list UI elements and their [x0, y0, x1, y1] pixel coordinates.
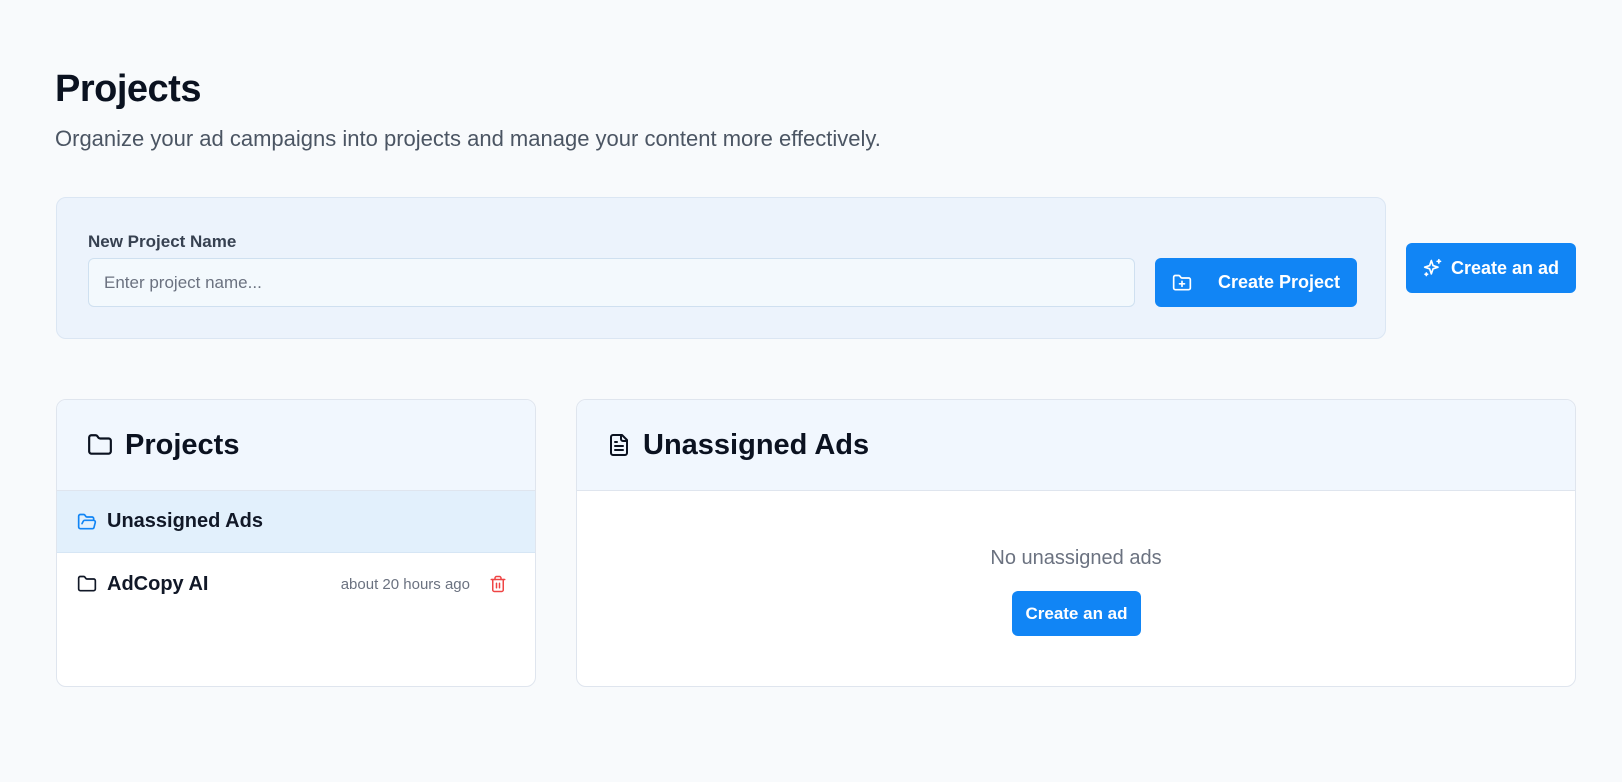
folder-plus-icon — [1172, 273, 1192, 293]
projects-panel-title: Projects — [125, 428, 240, 461]
sparkles-icon — [1423, 258, 1443, 278]
new-project-card: New Project Name Create Project — [56, 197, 1386, 339]
unassigned-ads-panel-title: Unassigned Ads — [643, 428, 870, 461]
project-timestamp: about 20 hours ago — [340, 575, 470, 593]
project-item-label: Unassigned Ads — [107, 510, 263, 532]
create-project-label: Create Project — [1217, 272, 1341, 292]
project-item-adcopy-ai[interactable]: AdCopy AI about 20 hours ago — [57, 553, 535, 615]
file-text-icon — [607, 432, 631, 458]
page-title: Projects — [55, 68, 201, 110]
trash-icon[interactable] — [489, 575, 507, 593]
create-ad-label: Create an ad — [1450, 257, 1560, 278]
create-ad-button[interactable]: Create an ad — [1406, 243, 1576, 293]
empty-state-text: No unassigned ads — [990, 547, 1162, 569]
projects-panel: Projects Unassigned Ads AdCopy AI about … — [56, 399, 536, 687]
project-item-unassigned-ads[interactable]: Unassigned Ads — [57, 491, 535, 553]
project-item-label: AdCopy AI — [107, 572, 209, 595]
create-ad-empty-state-button[interactable]: Create an ad — [1012, 591, 1141, 636]
projects-panel-header: Projects — [57, 400, 535, 491]
unassigned-ads-body: No unassigned ads Create an ad — [577, 491, 1575, 686]
new-project-name-label: New Project Name — [88, 232, 237, 251]
unassigned-ads-panel-header: Unassigned Ads — [577, 400, 1575, 491]
projects-page: Projects Organize your ad campaigns into… — [0, 0, 1622, 782]
folder-open-icon — [77, 512, 97, 532]
folder-icon — [87, 432, 113, 458]
create-project-button[interactable]: Create Project — [1155, 258, 1357, 307]
project-name-input[interactable] — [88, 258, 1135, 307]
page-subtitle: Organize your ad campaigns into projects… — [55, 126, 881, 151]
folder-icon — [77, 574, 97, 594]
unassigned-ads-panel: Unassigned Ads No unassigned ads Create … — [576, 399, 1576, 687]
